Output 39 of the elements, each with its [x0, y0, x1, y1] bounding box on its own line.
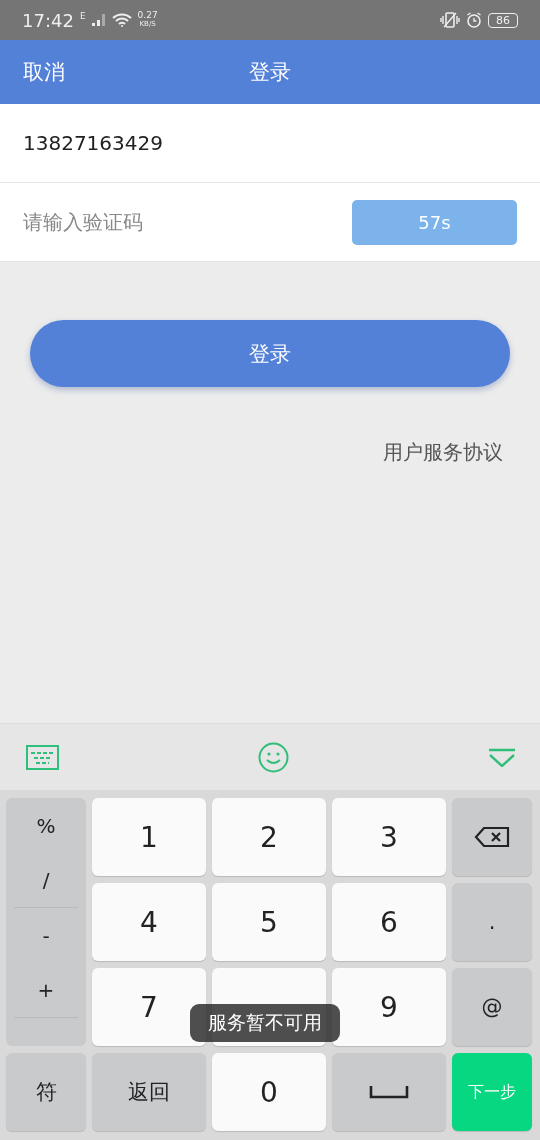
speed-value: 0.27: [137, 11, 158, 20]
keyboard-key[interactable]: .: [452, 883, 532, 961]
emoji-icon[interactable]: [258, 741, 289, 773]
keyboard-key[interactable]: 7: [92, 968, 206, 1046]
agreement-link[interactable]: 用户服务协议: [383, 439, 503, 466]
wifi-icon: [111, 13, 132, 27]
symbol-key[interactable]: /: [14, 853, 78, 908]
backspace-icon: [474, 826, 510, 848]
signal-icon: [91, 14, 106, 26]
symbol-key[interactable]: -: [14, 908, 78, 963]
battery-level: 86: [488, 12, 518, 28]
status-time: 17:42: [22, 9, 74, 31]
space-icon: [369, 1085, 409, 1099]
collapse-icon[interactable]: [488, 747, 516, 767]
keyboard-key[interactable]: @: [452, 968, 532, 1046]
symbol-key[interactable]: %: [14, 798, 78, 853]
vibrate-icon: [440, 12, 460, 28]
keyboard-key[interactable]: 0: [212, 1053, 326, 1131]
cancel-link[interactable]: 取消: [23, 58, 65, 86]
keyboard-key[interactable]: 6: [332, 883, 446, 961]
network-type: E: [79, 12, 86, 21]
keyboard-key[interactable]: 1: [92, 798, 206, 876]
page-title: 登录: [249, 59, 291, 86]
keyboard-icon[interactable]: [26, 744, 59, 770]
delete-key[interactable]: [452, 798, 532, 876]
keyboard-key[interactable]: 9: [332, 968, 446, 1046]
keyboard-key[interactable]: 符: [6, 1053, 86, 1131]
login-button[interactable]: 登录: [30, 320, 510, 387]
symbol-key[interactable]: +: [14, 963, 78, 1018]
space-key[interactable]: [332, 1053, 446, 1131]
keyboard-key[interactable]: 返回: [92, 1053, 206, 1131]
alarm-icon: [466, 12, 482, 28]
error-toast: 服务暂不可用: [190, 1004, 340, 1042]
phone-field[interactable]: 13827163429: [0, 104, 540, 183]
keyboard-key[interactable]: 4: [92, 883, 206, 961]
keyboard-key[interactable]: 2: [212, 798, 326, 876]
keyboard-key[interactable]: 3: [332, 798, 446, 876]
code-field[interactable]: 请输入验证码: [23, 210, 352, 234]
keyboard-key[interactable]: 5: [212, 883, 326, 961]
